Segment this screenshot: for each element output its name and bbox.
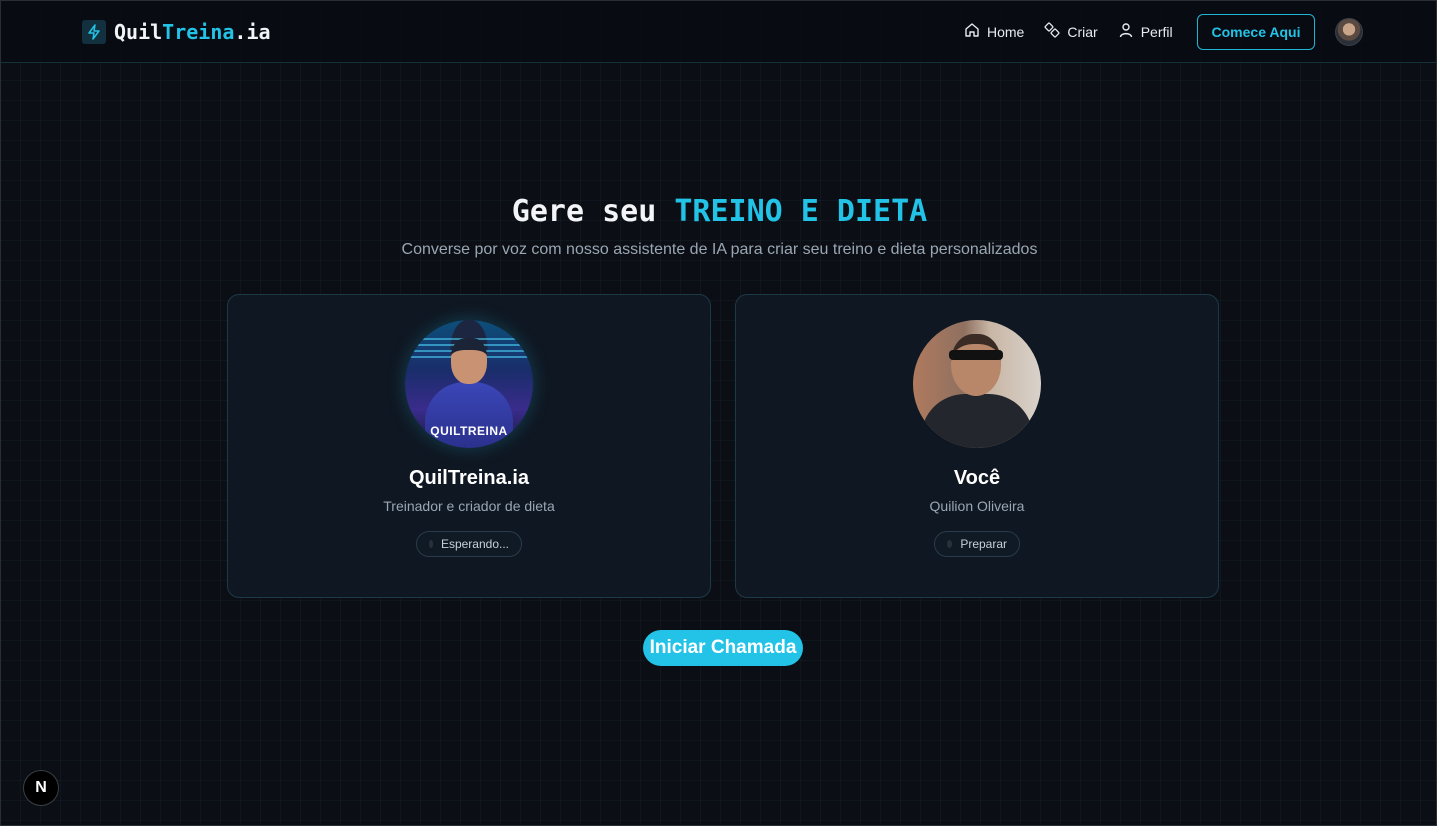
nav-home-label: Home	[987, 23, 1025, 40]
create-icon	[1044, 22, 1060, 41]
ai-assistant-card: QUILTREINA QuilTreina.ia Treinador e cri…	[227, 294, 711, 598]
start-here-button[interactable]: Comece Aqui	[1197, 14, 1315, 50]
start-call-button[interactable]: Iniciar Chamada	[643, 630, 803, 666]
nav-links: Home Criar Perfil	[964, 22, 1173, 41]
user-title: Você	[953, 467, 1001, 489]
ai-avatar: QUILTREINA	[405, 320, 533, 448]
nav-home[interactable]: Home	[964, 22, 1024, 41]
user-icon	[1118, 22, 1134, 41]
ai-status-badge: Esperando...	[416, 531, 522, 557]
ai-avatar-text: QUILTREINA	[430, 424, 508, 438]
nav-criar[interactable]: Criar	[1044, 22, 1098, 41]
brand-name-part3: .ia	[234, 20, 271, 44]
user-name: Quilion Oliveira	[929, 498, 1025, 514]
status-dot-icon	[429, 540, 433, 548]
ai-status-label: Esperando...	[440, 537, 509, 551]
user-status-badge: Preparar	[934, 531, 1020, 557]
page-subtitle: Converse por voz com nosso assistente de…	[401, 241, 1038, 258]
brand-logo[interactable]: QuilTreina.ia	[82, 19, 271, 45]
brand-name-part2: Treina	[162, 20, 235, 44]
status-dot-icon	[947, 540, 953, 548]
brand-name-part1: Quil	[114, 20, 163, 44]
home-icon	[964, 22, 980, 41]
nav-perfil-label: Perfil	[1140, 23, 1173, 40]
lightning-icon	[82, 20, 106, 44]
ai-role: Treinador e criador de dieta	[383, 498, 555, 514]
title-plain: Gere seu	[511, 194, 657, 229]
page-title: Gere seu TREINO E DIETA	[1, 194, 1437, 229]
user-avatar[interactable]	[1335, 18, 1363, 46]
user-photo	[913, 320, 1041, 448]
nav-criar-label: Criar	[1067, 23, 1098, 40]
title-accent: TREINO E DIETA	[674, 194, 928, 229]
dev-tools-badge[interactable]: N	[23, 770, 59, 806]
user-status-label: Preparar	[960, 537, 1007, 551]
navbar: QuilTreina.ia Home Criar Perfil Comece A…	[1, 1, 1436, 63]
user-card: Você Quilion Oliveira Preparar	[735, 294, 1219, 598]
nav-perfil[interactable]: Perfil	[1118, 22, 1173, 41]
ai-name: QuilTreina.ia	[408, 467, 530, 489]
